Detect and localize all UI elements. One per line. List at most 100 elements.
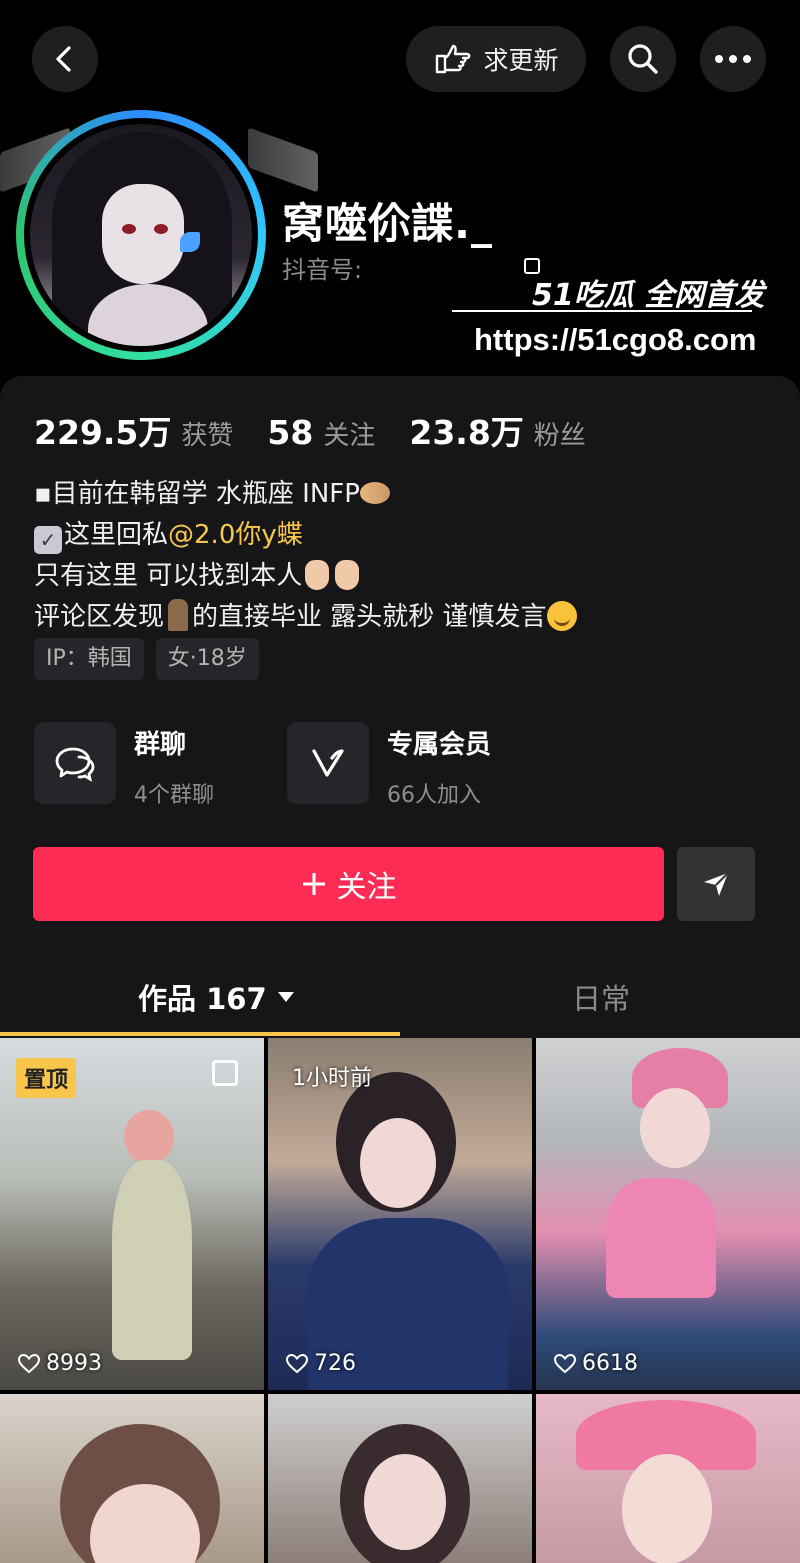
heart-icon <box>286 1353 308 1373</box>
member-icon-box <box>287 722 369 804</box>
tab-works-label: 作品 167 <box>138 982 267 1016</box>
more-button[interactable] <box>700 26 766 92</box>
avatar-eye-left <box>122 224 136 234</box>
watermark-divider <box>452 310 752 312</box>
smile-emoji-icon <box>546 601 577 631</box>
more-dots-icon <box>715 55 751 63</box>
group-chat-title: 群聊 <box>134 730 187 760</box>
pointing-hand-icon <box>436 44 471 74</box>
video-likes-count: 726 <box>314 1351 356 1376</box>
request-update-label: 求更新 <box>483 46 559 75</box>
content-tabs: 作品 167 日常 <box>0 960 800 1038</box>
chat-bubbles-icon <box>55 747 95 782</box>
group-chat-text: 群聊 4个群聊 <box>134 722 214 809</box>
video-thumbnail-face <box>360 1118 436 1208</box>
avatar-decoration-right <box>248 127 318 193</box>
heart-icon <box>18 1353 40 1373</box>
video-tile[interactable]: 1小时前 726 <box>268 1038 532 1390</box>
video-time-label: 1小时前 <box>292 1066 372 1091</box>
video-thumbnail-figure-body <box>112 1160 192 1360</box>
tag-gender-age: 女·18岁 <box>155 638 259 680</box>
video-likes-count: 8993 <box>46 1351 102 1376</box>
select-checkbox[interactable] <box>212 1060 238 1086</box>
stat-following[interactable]: 58 关注 <box>267 413 375 452</box>
pointing-down-emoji-icon <box>305 560 330 590</box>
member-text: 专属会员 66人加入 <box>387 722 491 809</box>
active-tab-indicator <box>0 1032 400 1036</box>
video-tile[interactable] <box>268 1394 532 1563</box>
search-button[interactable] <box>610 26 676 92</box>
share-button[interactable] <box>677 847 755 921</box>
exclusive-member-entry[interactable]: 专属会员 66人加入 <box>287 722 491 809</box>
profile-tags: IP：韩国 女·18岁 <box>34 638 259 680</box>
stat-followers-value: 23.8万 <box>409 413 524 452</box>
send-arrow-icon <box>704 872 729 896</box>
profile-card: 229.5万 获赞 58 关注 23.8万 粉丝 ▪目前在韩留学 水瓶座 INF… <box>0 376 800 1036</box>
tag-ip-location: IP：韩国 <box>34 638 144 680</box>
search-icon <box>628 44 658 74</box>
video-tile[interactable] <box>536 1394 800 1563</box>
request-update-button[interactable]: 求更新 <box>406 26 586 92</box>
chevron-left-icon <box>56 46 71 72</box>
member-count: 66人加入 <box>387 783 481 808</box>
follow-button[interactable]: 关注 <box>33 847 664 921</box>
stat-following-label: 关注 <box>323 421 376 451</box>
avatar-eye-right <box>154 224 168 234</box>
bio-line-2: ✓ 这里回私@2.0你y蝶 <box>34 515 577 556</box>
video-thumbnail-figure <box>124 1110 174 1164</box>
video-thumbnail-figure-body <box>606 1178 716 1298</box>
bio-line-1: ▪目前在韩留学 水瓶座 INFP <box>34 474 577 515</box>
tab-daily[interactable]: 日常 <box>572 976 630 1018</box>
watermark-url: https://51cgo8.com <box>474 322 757 357</box>
group-chat-count: 4个群聊 <box>134 783 214 808</box>
pinned-badge: 置顶 <box>16 1058 77 1098</box>
plus-icon <box>302 873 325 895</box>
bio-line-4-text-a: 评论区发现 <box>34 602 165 632</box>
group-chat-icon-box <box>34 722 116 804</box>
heart-icon <box>554 1353 576 1373</box>
stat-likes[interactable]: 229.5万 获赞 <box>34 406 233 454</box>
video-likes: 8993 <box>18 1351 102 1376</box>
avatar[interactable] <box>24 118 258 352</box>
douyin-id-label: 抖音号: <box>282 256 363 284</box>
watermark-brand: 51吃瓜 全网首发 <box>532 278 765 313</box>
bio-line-4: 评论区发现 的直接毕业 露头就秒 谨慎发言 <box>34 597 577 638</box>
video-likes-count: 6618 <box>582 1351 638 1376</box>
bio-line-3-text: 只有这里 可以找到本人 <box>34 561 303 591</box>
group-chat-entry[interactable]: 群聊 4个群聊 <box>34 722 214 809</box>
figure-emoji-icon <box>168 599 189 631</box>
video-tile[interactable]: 6618 <box>536 1038 800 1390</box>
video-thumbnail-face <box>622 1454 712 1563</box>
stat-followers-label: 粉丝 <box>533 421 586 451</box>
back-button[interactable] <box>32 26 98 92</box>
bio-line-4-text-b: 的直接毕业 露头就秒 谨慎发言 <box>192 602 547 632</box>
bio-line-1-text: ▪目前在韩留学 水瓶座 INFP <box>34 479 360 509</box>
watermark: 51吃瓜 全网首发 https://51cgo8.com <box>452 258 772 368</box>
checkbox-emoji-icon: ✓ <box>34 526 62 554</box>
bio-line-3: 只有这里 可以找到本人 <box>34 556 577 597</box>
follow-label: 关注 <box>336 870 397 905</box>
video-thumbnail-face <box>364 1454 446 1550</box>
stat-followers[interactable]: 23.8万 粉丝 <box>409 406 585 454</box>
caret-down-icon <box>277 992 294 1002</box>
vip-v-icon <box>312 749 344 777</box>
video-grid: 置顶 8993 1小时前 726 6618 <box>0 1038 800 1563</box>
pointing-down-emoji-icon-2 <box>335 560 360 590</box>
video-tile[interactable]: 置顶 8993 <box>0 1038 264 1390</box>
stat-likes-value: 229.5万 <box>34 413 172 452</box>
bio-mention-link[interactable]: @2.0你y蝶 <box>168 520 303 550</box>
butterfly-icon <box>180 232 200 252</box>
member-title: 专属会员 <box>387 730 492 760</box>
butterfly-emoji-icon <box>359 482 390 504</box>
video-likes: 726 <box>286 1351 356 1376</box>
avatar-face <box>102 184 184 284</box>
top-bar: 求更新 <box>0 0 800 120</box>
video-tile[interactable] <box>0 1394 264 1563</box>
stat-following-value: 58 <box>267 413 314 452</box>
stats-row: 229.5万 获赞 58 关注 23.8万 粉丝 <box>34 406 620 454</box>
bio-line-2-text: 这里回私 <box>64 520 169 550</box>
video-likes: 6618 <box>554 1351 638 1376</box>
tab-works[interactable]: 作品 167 <box>138 976 295 1018</box>
nickname: 窝噬伱諜._ <box>282 199 493 248</box>
video-thumbnail-face <box>640 1088 710 1168</box>
